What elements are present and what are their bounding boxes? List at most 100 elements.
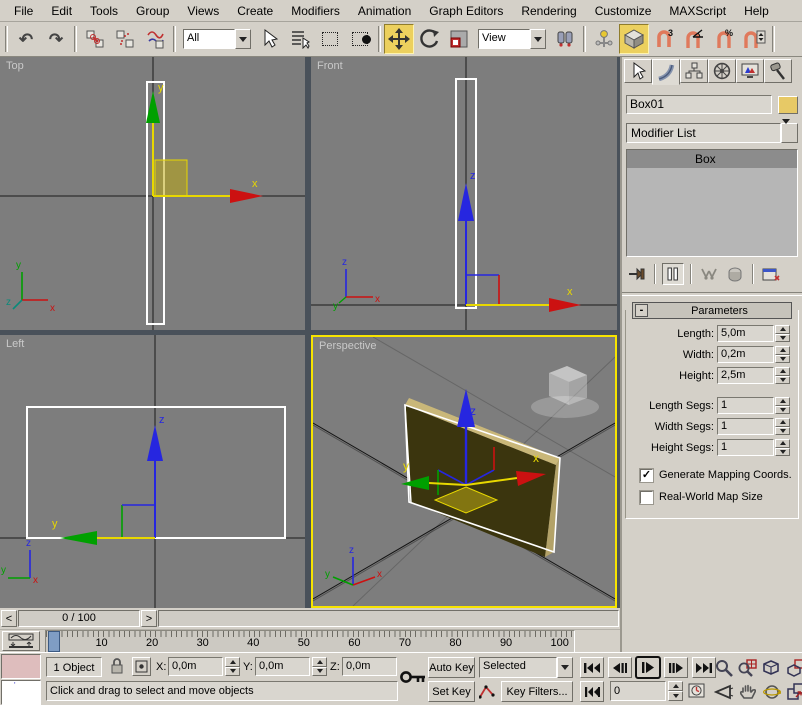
maxscript-mini-listener-pink[interactable]: [1, 654, 41, 679]
viewport-top-scene[interactable]: y x y z x: [0, 57, 305, 330]
menu-item-rendering[interactable]: Rendering: [513, 2, 584, 20]
current-frame-spinner[interactable]: [668, 681, 683, 701]
length-segs-spinner[interactable]: [775, 397, 790, 414]
tab-utilities[interactable]: [764, 59, 792, 83]
use-center-button[interactable]: [550, 24, 580, 54]
menu-item-tools[interactable]: Tools: [82, 2, 126, 20]
coordinate-system-select[interactable]: View: [478, 29, 546, 49]
menu-item-edit[interactable]: Edit: [43, 2, 80, 20]
y-coordinate-input[interactable]: 0,0m: [255, 657, 310, 676]
tab-modify[interactable]: [652, 59, 680, 85]
rectangular-selection-button[interactable]: [315, 24, 345, 54]
height-spinner[interactable]: [775, 367, 790, 384]
select-and-move-button[interactable]: [384, 24, 414, 54]
window-crossing-button[interactable]: [345, 24, 375, 54]
width-spinner[interactable]: [775, 346, 790, 363]
set-keys-button[interactable]: [400, 665, 426, 692]
length-input[interactable]: 5,0m: [717, 325, 774, 342]
select-and-manipulate-button[interactable]: [589, 24, 619, 54]
menu-item-modifiers[interactable]: Modifiers: [283, 2, 348, 20]
length-spinner[interactable]: [775, 325, 790, 342]
previous-frame-step-button[interactable]: [608, 657, 632, 678]
unlink-selection-button[interactable]: [110, 24, 140, 54]
default-in-out-tangents-button[interactable]: [479, 681, 497, 702]
parameters-rollout-header[interactable]: - Parameters: [632, 302, 792, 319]
viewport-front-scene[interactable]: z x z x y: [311, 57, 617, 330]
menu-item-animation[interactable]: Animation: [350, 2, 419, 20]
length-segs-input[interactable]: 1: [717, 397, 774, 414]
zoom-all-button[interactable]: [736, 657, 759, 678]
modifier-list-select[interactable]: Modifier List: [626, 123, 798, 143]
stack-item-box[interactable]: Box: [627, 150, 797, 168]
height-segs-spinner[interactable]: [775, 439, 790, 456]
absolute-mode-toggle-button[interactable]: [132, 657, 151, 676]
zoom-extents-all-button[interactable]: [784, 657, 802, 678]
time-slider-display[interactable]: 0 / 100: [18, 610, 140, 627]
key-filters-button[interactable]: Key Filters...: [501, 681, 573, 702]
menu-item-maxscript[interactable]: MAXScript: [661, 2, 734, 20]
time-configuration-button[interactable]: [686, 681, 708, 702]
previous-frame-button[interactable]: <: [1, 610, 17, 627]
selection-lock-button[interactable]: [110, 657, 126, 677]
time-slider-track[interactable]: [158, 610, 619, 627]
viewcube[interactable]: [531, 366, 599, 418]
viewport-left-scene[interactable]: z y z y x: [0, 335, 305, 608]
spinner-snap-button[interactable]: [739, 24, 769, 54]
real-world-map-size-checkbox[interactable]: [640, 491, 653, 504]
angle-snap-button[interactable]: [679, 24, 709, 54]
menu-item-customize[interactable]: Customize: [587, 2, 660, 20]
viewport-front-label[interactable]: Front: [317, 60, 343, 72]
tab-create[interactable]: [624, 59, 652, 83]
object-color-swatch[interactable]: [778, 96, 798, 114]
next-frame-button[interactable]: >: [141, 610, 157, 627]
auto-key-button[interactable]: Auto Key: [428, 657, 475, 678]
key-mode-toggle-button[interactable]: [580, 681, 604, 702]
viewport-perspective[interactable]: Perspective: [311, 335, 617, 608]
menu-item-help[interactable]: Help: [736, 2, 777, 20]
pan-button[interactable]: [736, 681, 759, 702]
viewport-top-label[interactable]: Top: [6, 60, 24, 72]
snaps-toggle-button[interactable]: [619, 24, 649, 54]
menu-item-group[interactable]: Group: [128, 2, 177, 20]
viewport-left-label[interactable]: Left: [6, 338, 24, 350]
width-segs-input[interactable]: 1: [717, 418, 774, 435]
y-coordinate-spinner[interactable]: [312, 657, 327, 676]
zoom-button[interactable]: [712, 657, 735, 678]
arc-rotate-button[interactable]: [760, 681, 783, 702]
time-slider-handle[interactable]: [48, 631, 60, 652]
modifier-list-dropdown-button[interactable]: [781, 123, 798, 143]
key-filter-scope-dropdown-button[interactable]: [557, 657, 573, 678]
x-coordinate-spinner[interactable]: [225, 657, 240, 676]
key-filter-scope-select[interactable]: Selected: [479, 657, 573, 678]
open-mini-curve-editor-button[interactable]: [2, 631, 40, 651]
select-and-scale-button[interactable]: [444, 24, 474, 54]
set-key-button[interactable]: Set Key: [428, 681, 475, 702]
select-and-link-button[interactable]: [80, 24, 110, 54]
generate-mapping-coords-checkbox[interactable]: [640, 469, 653, 482]
make-unique-button[interactable]: [698, 263, 720, 285]
width-segs-spinner[interactable]: [775, 418, 790, 435]
select-and-rotate-button[interactable]: [414, 24, 444, 54]
viewport-perspective-label[interactable]: Perspective: [319, 340, 376, 352]
maxscript-mini-listener-white[interactable]: ': [1, 680, 41, 705]
z-coordinate-input[interactable]: 0,0m: [342, 657, 397, 676]
current-frame-input[interactable]: 0: [610, 681, 666, 701]
menu-item-create[interactable]: Create: [229, 2, 281, 20]
min-max-toggle-button[interactable]: [784, 681, 802, 702]
pin-stack-button[interactable]: [626, 263, 648, 285]
undo-button[interactable]: ↶: [11, 24, 41, 54]
selection-filter-dropdown-button[interactable]: [235, 29, 251, 49]
height-segs-input[interactable]: 1: [717, 439, 774, 456]
percent-snap-button[interactable]: %: [709, 24, 739, 54]
bind-to-space-warp-button[interactable]: [140, 24, 170, 54]
select-object-button[interactable]: [255, 24, 285, 54]
tab-motion[interactable]: [708, 59, 736, 83]
next-frame-step-button[interactable]: [664, 657, 688, 678]
coordinate-system-dropdown-button[interactable]: [530, 29, 546, 49]
menu-item-views[interactable]: Views: [179, 2, 227, 20]
width-input[interactable]: 0,2m: [717, 346, 774, 363]
field-of-view-button[interactable]: [712, 681, 735, 702]
viewport-left[interactable]: Left z y z: [0, 335, 305, 608]
height-input[interactable]: 2,5m: [717, 367, 774, 384]
menu-item-graph-editors[interactable]: Graph Editors: [421, 2, 511, 20]
